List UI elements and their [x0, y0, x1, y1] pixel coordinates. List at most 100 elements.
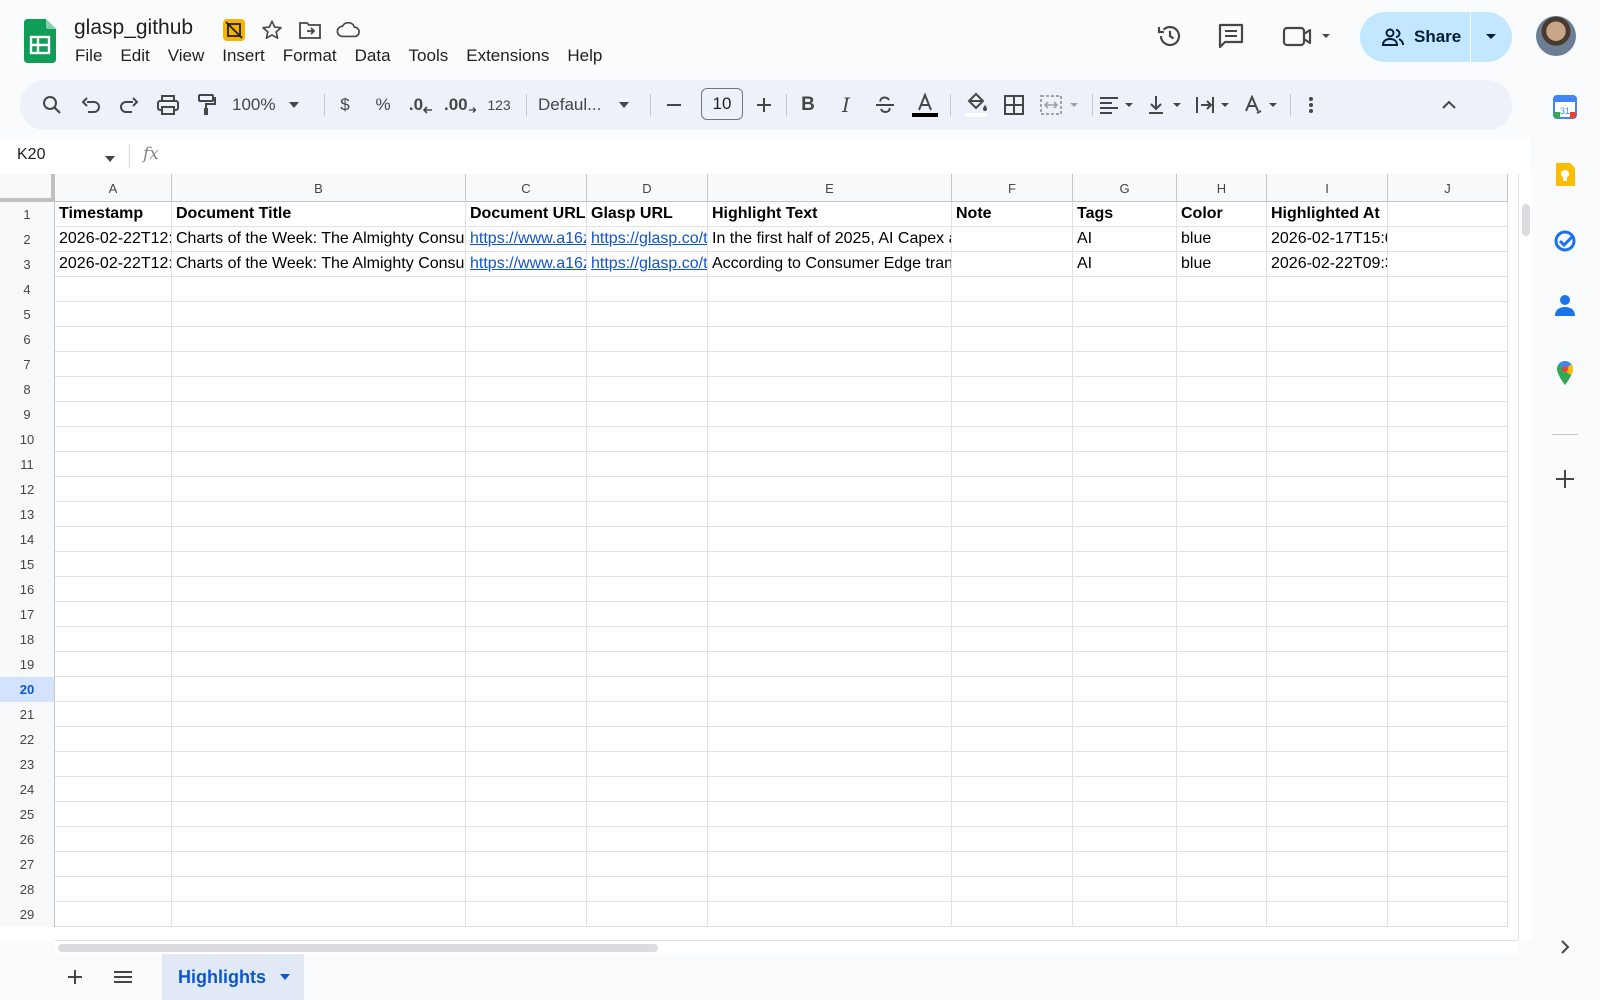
- grid-cell[interactable]: [1177, 527, 1267, 551]
- grid-cell[interactable]: [1073, 727, 1177, 751]
- grid-cell[interactable]: [587, 627, 708, 651]
- grid-cell[interactable]: [172, 402, 466, 426]
- grid-cell[interactable]: [1267, 652, 1388, 676]
- grid-cell[interactable]: [952, 827, 1073, 851]
- row-header[interactable]: 20: [0, 677, 55, 702]
- grid-cell[interactable]: Document URL: [466, 202, 587, 226]
- keep-icon[interactable]: [1552, 162, 1578, 188]
- grid-cell[interactable]: [952, 377, 1073, 401]
- grid-cell[interactable]: [1267, 452, 1388, 476]
- grid-cell[interactable]: [587, 652, 708, 676]
- grid-cell[interactable]: [1073, 627, 1177, 651]
- grid-cell[interactable]: [466, 277, 587, 301]
- add-icon[interactable]: [1552, 466, 1578, 492]
- column-header-f[interactable]: F: [952, 174, 1073, 202]
- grid-cell[interactable]: Glasp URL: [587, 202, 708, 226]
- grid-cell[interactable]: Document Title: [172, 202, 466, 226]
- grid-cell[interactable]: [587, 352, 708, 376]
- grid-cell[interactable]: [466, 852, 587, 876]
- grid-cell[interactable]: [55, 652, 172, 676]
- row-header[interactable]: 29: [0, 902, 55, 927]
- row-header[interactable]: 15: [0, 552, 55, 577]
- grid-cell[interactable]: [1177, 402, 1267, 426]
- undo-icon[interactable]: [76, 80, 106, 130]
- grid-cell[interactable]: [1388, 352, 1508, 376]
- grid-cell[interactable]: https://glasp.co/t: [587, 252, 708, 276]
- row-header[interactable]: 5: [0, 302, 55, 327]
- grid-cell[interactable]: [55, 877, 172, 901]
- grid-cell[interactable]: [55, 402, 172, 426]
- grid-cell[interactable]: [1177, 452, 1267, 476]
- grid-cell[interactable]: [466, 502, 587, 526]
- grid-cell[interactable]: [466, 827, 587, 851]
- grid-cell[interactable]: [55, 327, 172, 351]
- grid-cell[interactable]: [587, 327, 708, 351]
- grid-cell[interactable]: [1073, 777, 1177, 801]
- grid-cell[interactable]: [172, 827, 466, 851]
- grid-cell[interactable]: [1073, 902, 1177, 926]
- grid-cell[interactable]: [1267, 577, 1388, 601]
- grid-cell[interactable]: [466, 402, 587, 426]
- grid-cell[interactable]: [1388, 377, 1508, 401]
- grid-cell[interactable]: [1073, 702, 1177, 726]
- grid-cell[interactable]: Highlight Text: [708, 202, 952, 226]
- grid-cell[interactable]: [172, 577, 466, 601]
- grid-cell[interactable]: [1267, 302, 1388, 326]
- grid-cell[interactable]: https://www.a16z: [466, 252, 587, 276]
- grid-cell[interactable]: [1388, 227, 1508, 251]
- grid-cell[interactable]: [466, 877, 587, 901]
- grid-cell[interactable]: [1073, 477, 1177, 501]
- grid-cell[interactable]: [952, 727, 1073, 751]
- grid-cell[interactable]: [1388, 477, 1508, 501]
- row-header[interactable]: 16: [0, 577, 55, 602]
- grid-cell[interactable]: [708, 477, 952, 501]
- grid-cell[interactable]: [1177, 377, 1267, 401]
- row-header[interactable]: 10: [0, 427, 55, 452]
- grid-cell[interactable]: [466, 577, 587, 601]
- grid-cell[interactable]: [1267, 552, 1388, 576]
- tasks-icon[interactable]: [1552, 228, 1578, 254]
- grid-cell[interactable]: [172, 302, 466, 326]
- row-header[interactable]: 1: [0, 202, 55, 227]
- menu-data[interactable]: Data: [346, 44, 400, 68]
- grid-cell[interactable]: [466, 552, 587, 576]
- grid-cell[interactable]: [1267, 352, 1388, 376]
- grid-cell[interactable]: [172, 377, 466, 401]
- grid-cell[interactable]: [587, 777, 708, 801]
- grid-cell[interactable]: [1267, 402, 1388, 426]
- grid-cell[interactable]: [952, 777, 1073, 801]
- grid-cell[interactable]: [1388, 602, 1508, 626]
- grid-cell[interactable]: [55, 427, 172, 451]
- grid-cell[interactable]: [55, 627, 172, 651]
- row-header[interactable]: 17: [0, 602, 55, 627]
- grid-cell[interactable]: [1388, 752, 1508, 776]
- grid-cell[interactable]: [708, 352, 952, 376]
- grid-cell[interactable]: [587, 427, 708, 451]
- grid-cell[interactable]: [1388, 277, 1508, 301]
- grid-cell[interactable]: [708, 652, 952, 676]
- grid-cell[interactable]: [1267, 677, 1388, 701]
- grid-cell[interactable]: 2026-02-17T15:00:10.246Z: [1267, 227, 1388, 251]
- row-header[interactable]: 11: [0, 452, 55, 477]
- grid-cell[interactable]: [1177, 477, 1267, 501]
- grid-cell[interactable]: [708, 427, 952, 451]
- grid-cell[interactable]: [952, 702, 1073, 726]
- grid-cell[interactable]: [55, 552, 172, 576]
- grid-cell[interactable]: [1073, 527, 1177, 551]
- grid-cell[interactable]: [466, 627, 587, 651]
- select-all-corner[interactable]: [0, 174, 55, 202]
- grid-cell[interactable]: [1177, 827, 1267, 851]
- grid-cell[interactable]: [466, 727, 587, 751]
- grid-cell[interactable]: [55, 777, 172, 801]
- grid-cell[interactable]: [1267, 852, 1388, 876]
- grid-cell[interactable]: [172, 477, 466, 501]
- grid-cell[interactable]: [1388, 552, 1508, 576]
- grid-cell[interactable]: Charts of the Week: The Almighty Consu: [172, 252, 466, 276]
- increase-decimal-button[interactable]: .00: [444, 80, 476, 130]
- grid-cell[interactable]: [55, 902, 172, 926]
- vertical-align-icon[interactable]: [1146, 80, 1186, 130]
- menu-insert[interactable]: Insert: [213, 44, 274, 68]
- menu-help[interactable]: Help: [558, 44, 611, 68]
- grid-cell[interactable]: [1073, 352, 1177, 376]
- grid-cell[interactable]: [587, 277, 708, 301]
